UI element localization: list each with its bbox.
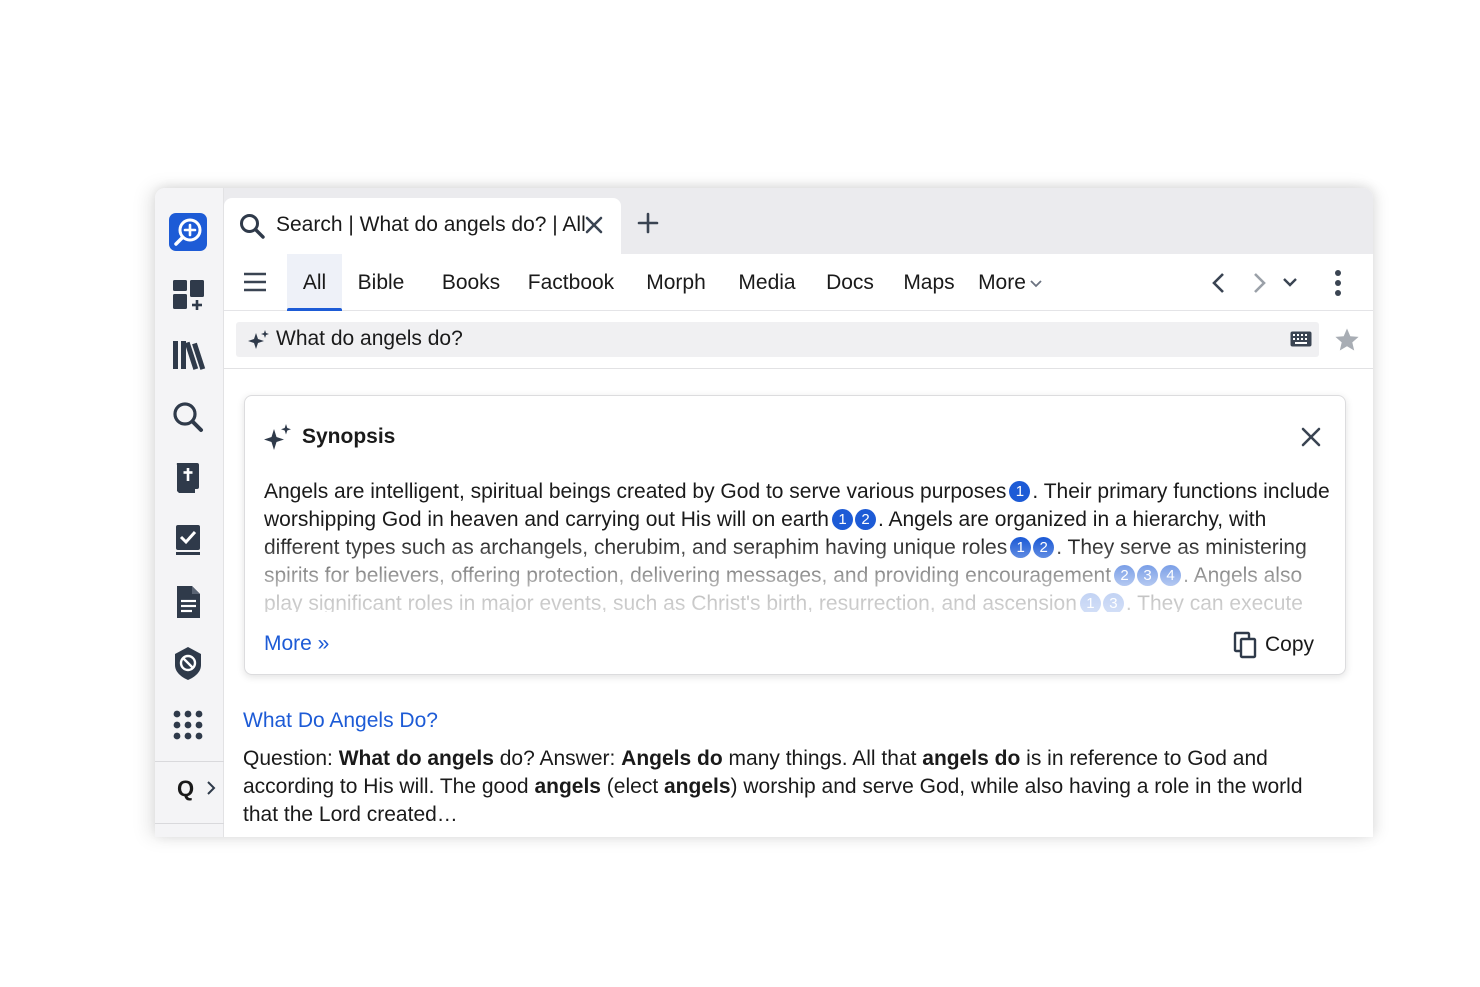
- back-arrow-icon[interactable]: [1210, 271, 1228, 300]
- synopsis-title: Synopsis: [302, 425, 396, 448]
- citation-badge[interactable]: 1: [831, 509, 853, 530]
- checklist-icon[interactable]: [165, 517, 211, 563]
- citation-group: 234: [1114, 564, 1183, 587]
- sparkle-icon: [248, 329, 270, 356]
- more-options-icon[interactable]: [1334, 270, 1342, 301]
- tab-factbook[interactable]: Factbook: [521, 254, 621, 311]
- sidebar-divider: [155, 761, 224, 762]
- citation-badge[interactable]: 1: [1079, 593, 1101, 612]
- tab-more-label: More: [978, 270, 1026, 294]
- snippet-text: do? Answer:: [493, 747, 622, 770]
- result-title-link[interactable]: What Do Angels Do?: [243, 709, 438, 733]
- citation-group: 1: [1009, 480, 1032, 503]
- quick-button[interactable]: Q: [177, 776, 194, 802]
- copy-button[interactable]: Copy: [1265, 633, 1314, 657]
- snippet-highlight: Angels do: [621, 747, 723, 770]
- citation-badge[interactable]: 1: [1010, 537, 1032, 558]
- tab-bible[interactable]: Bible: [348, 254, 414, 311]
- tab-strip: Search | What do angels do? | All: [224, 188, 1373, 254]
- keyboard-icon[interactable]: [1290, 331, 1312, 352]
- citation-badge[interactable]: 2: [1114, 565, 1136, 586]
- snippet-highlight: What do angels: [338, 747, 494, 770]
- hamburger-menu-icon[interactable]: [242, 270, 268, 299]
- chevron-right-icon[interactable]: [205, 780, 217, 801]
- tab-media[interactable]: Media: [730, 254, 804, 311]
- document-icon[interactable]: [165, 579, 211, 625]
- add-tab-icon[interactable]: [637, 212, 659, 239]
- citation-badge[interactable]: 4: [1160, 565, 1182, 586]
- history-dropdown-icon[interactable]: [1282, 276, 1298, 294]
- citation-badge[interactable]: 1: [1009, 481, 1031, 502]
- tab-search[interactable]: Search | What do angels do? | All: [224, 198, 621, 254]
- forward-arrow-icon[interactable]: [1250, 271, 1268, 300]
- chevron-down-icon: [1030, 271, 1042, 295]
- star-icon[interactable]: [1334, 327, 1360, 358]
- synopsis-segment: . They can execute: [1125, 592, 1303, 612]
- tab-all[interactable]: All: [287, 254, 342, 312]
- sparkle-icon: [263, 423, 293, 458]
- tab-morph[interactable]: Morph: [638, 254, 714, 311]
- sidebar: Q: [155, 188, 224, 837]
- search-icon[interactable]: [165, 394, 211, 440]
- search-query: What do angels do?: [276, 327, 463, 350]
- synopsis-card: Synopsis Angels are intelligent, spiritu…: [244, 395, 1346, 675]
- citation-badge[interactable]: 3: [1102, 593, 1124, 612]
- citation-badge[interactable]: 2: [1033, 537, 1055, 558]
- citation-badge[interactable]: 3: [1137, 565, 1159, 586]
- sidebar-divider: [155, 823, 224, 824]
- dashboard-add-icon[interactable]: [165, 271, 211, 317]
- tab-maps[interactable]: Maps: [896, 254, 962, 311]
- copy-icon[interactable]: [1233, 631, 1259, 664]
- synopsis-segment: Angels are intelligent, spiritual beings…: [264, 480, 1007, 503]
- snippet-highlight: angels: [664, 775, 731, 798]
- tab-books[interactable]: Books: [427, 254, 515, 311]
- tab-more[interactable]: More: [972, 254, 1048, 311]
- search-plus-icon[interactable]: [165, 209, 211, 255]
- search-input[interactable]: What do angels do?: [236, 322, 1319, 357]
- citation-group: 12: [1010, 536, 1056, 559]
- search-icon: [238, 212, 266, 245]
- library-icon[interactable]: [165, 332, 211, 378]
- synopsis-text: Angels are intelligent, spiritual beings…: [264, 478, 1334, 612]
- app-window: Q Search | What do angels do? | All All …: [155, 188, 1373, 837]
- citation-group: 12: [831, 508, 878, 531]
- search-row: What do angels do?: [224, 311, 1373, 369]
- tab-docs[interactable]: Docs: [820, 254, 880, 311]
- close-icon[interactable]: [1300, 426, 1322, 453]
- bible-icon[interactable]: [165, 455, 211, 501]
- tab-title: Search | What do angels do? | All: [276, 213, 586, 236]
- snippet-text: many things. All that: [722, 747, 923, 770]
- shield-icon[interactable]: [165, 640, 211, 686]
- close-icon[interactable]: [583, 214, 605, 241]
- apps-grid-icon[interactable]: [165, 702, 211, 748]
- snippet-text: Question:: [243, 747, 339, 770]
- snippet-highlight: angels: [534, 775, 601, 798]
- result-snippet: Question: What do angels do? Answer: Ang…: [243, 745, 1343, 829]
- snippet-highlight: angels do: [922, 747, 1021, 770]
- citation-group: 13: [1079, 592, 1126, 612]
- more-link[interactable]: More »: [264, 632, 329, 656]
- snippet-text: (elect: [600, 775, 664, 798]
- search-nav-bar: All Bible Books Factbook Morph Media Doc…: [224, 254, 1373, 312]
- citation-badge[interactable]: 2: [854, 509, 876, 530]
